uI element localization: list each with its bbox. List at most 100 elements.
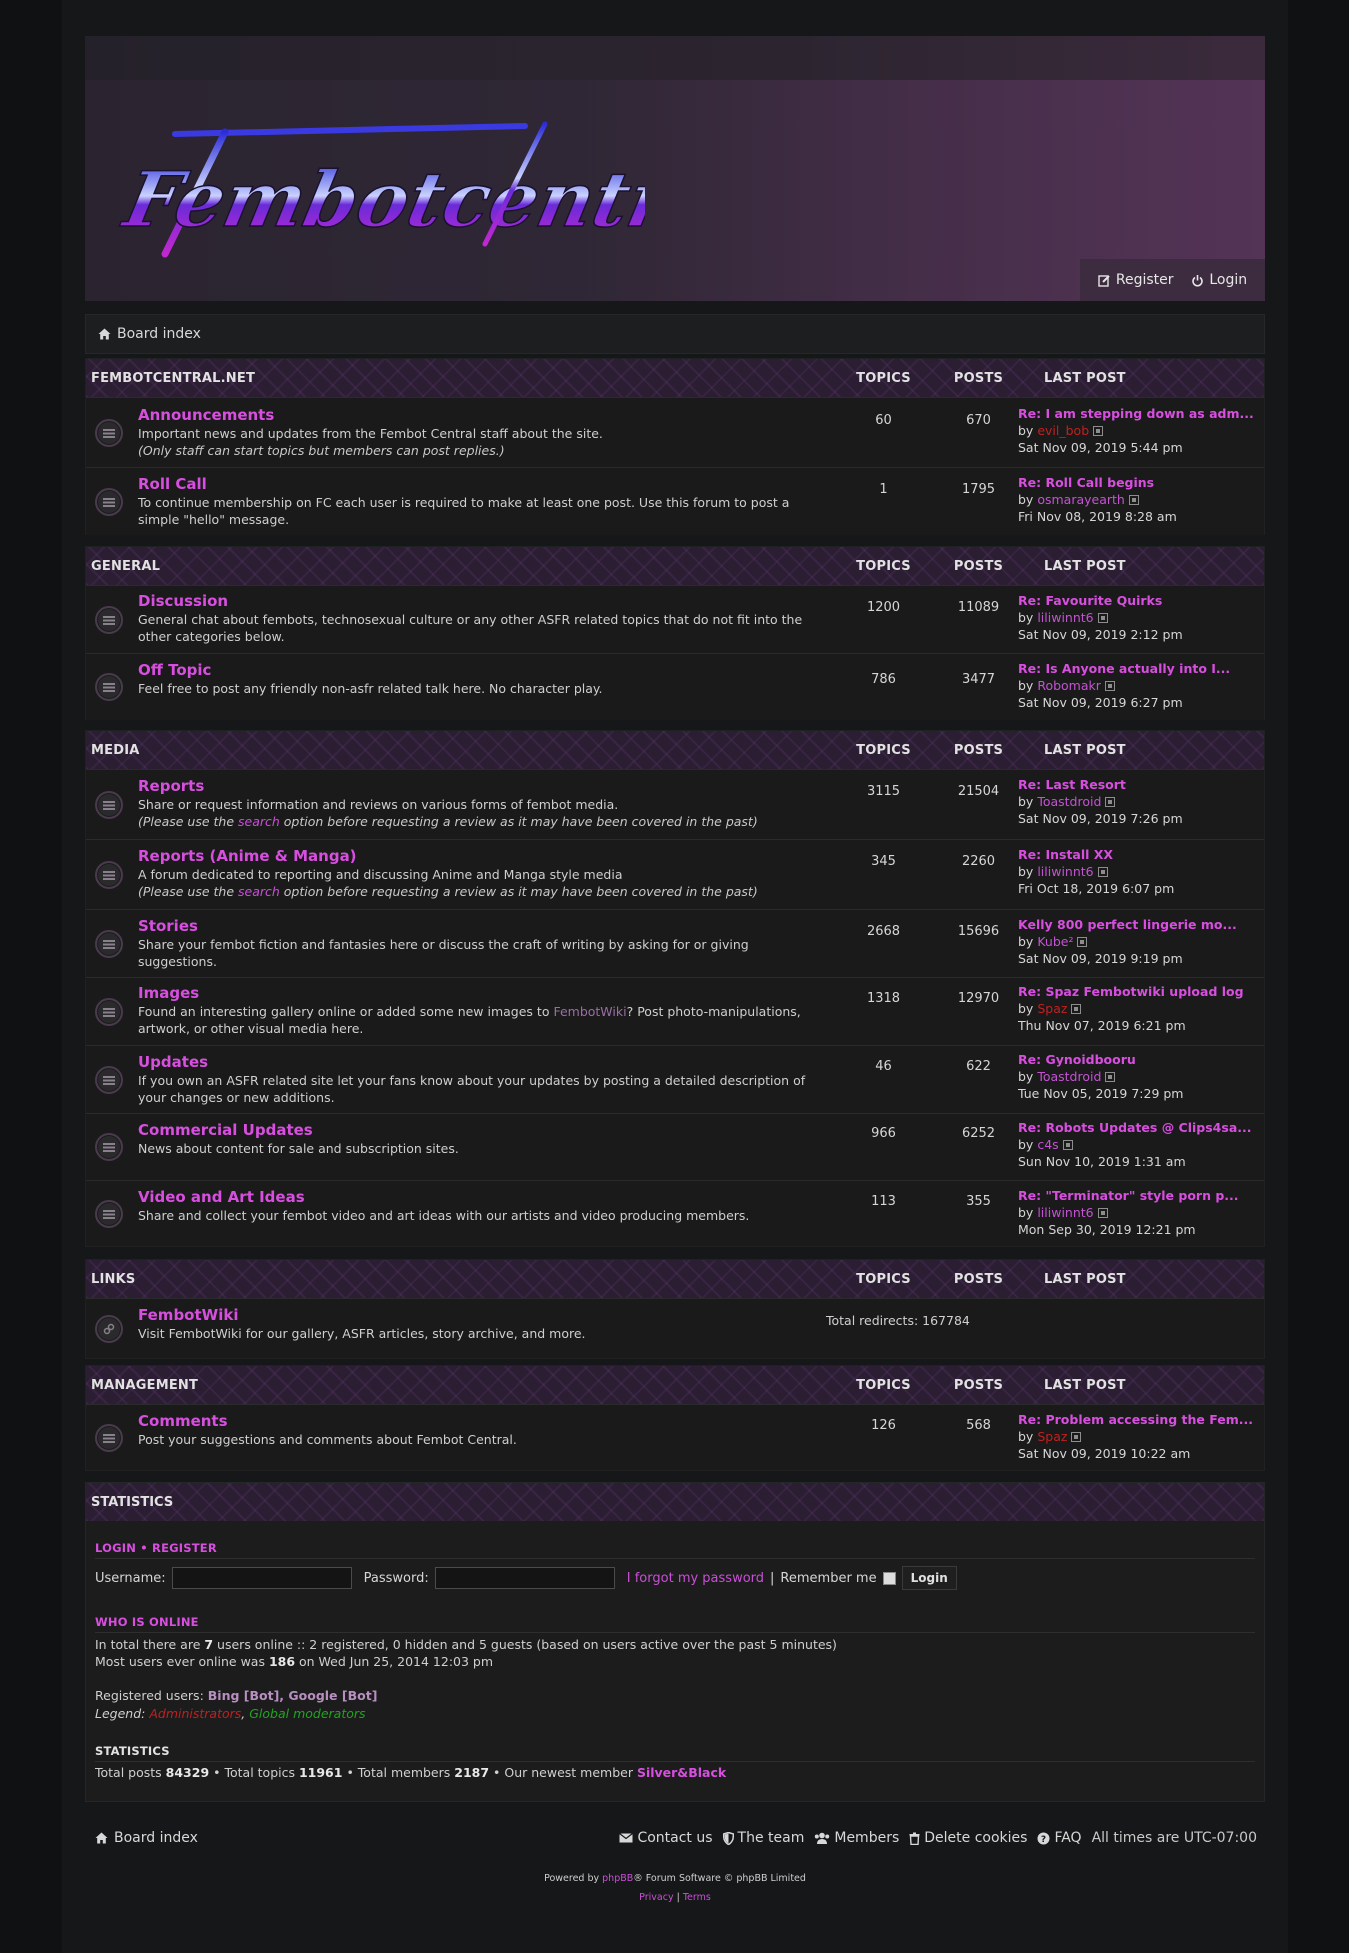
- site-logo[interactable]: Fembotcentral: [105, 114, 645, 264]
- last-post-user[interactable]: Toastdroid: [1037, 1069, 1101, 1084]
- forum-title[interactable]: Images: [138, 984, 199, 1002]
- forgot-password-link[interactable]: I forgot my password: [627, 1571, 764, 1586]
- forum-title[interactable]: Reports: [138, 777, 204, 795]
- view-latest-icon[interactable]: [1105, 797, 1116, 807]
- view-latest-icon[interactable]: [1062, 1140, 1073, 1150]
- last-post-title[interactable]: Re: Gynoidbooru: [1018, 1051, 1258, 1068]
- last-post-user[interactable]: Robomakr: [1037, 678, 1101, 693]
- forum-topics-count: 1200: [866, 600, 901, 615]
- forum-title[interactable]: Roll Call: [138, 475, 207, 493]
- last-post-title[interactable]: Re: Favourite Quirks: [1018, 592, 1258, 609]
- last-post-title[interactable]: Re: Last Resort: [1018, 776, 1258, 793]
- view-latest-icon[interactable]: [1077, 937, 1088, 947]
- forum-posts-count: 6252: [961, 1126, 996, 1141]
- forum-posts-count: 1795: [961, 482, 996, 497]
- last-post-title[interactable]: Re: Is Anyone actually into I...: [1018, 660, 1258, 677]
- category-title[interactable]: MEDIA: [86, 743, 836, 758]
- view-latest-icon[interactable]: [1071, 1432, 1082, 1442]
- last-post-user[interactable]: liliwinnt6: [1037, 1205, 1093, 1220]
- category-title[interactable]: LINKS: [86, 1272, 836, 1287]
- last-post-title[interactable]: Re: Install XX: [1018, 846, 1258, 863]
- login-button[interactable]: Login: [901, 1566, 957, 1590]
- view-latest-icon[interactable]: [1097, 1208, 1108, 1218]
- view-latest-icon[interactable]: [1105, 1072, 1116, 1082]
- forum-title[interactable]: Off Topic: [138, 661, 211, 679]
- privacy-link[interactable]: Privacy: [639, 1892, 673, 1903]
- forum-title[interactable]: Comments: [138, 1412, 228, 1430]
- forum-title[interactable]: Stories: [138, 917, 198, 935]
- search-link[interactable]: search: [238, 814, 280, 829]
- delete-cookies-link[interactable]: Delete cookies: [909, 1830, 1027, 1846]
- registered-users-list[interactable]: Bing [Bot], Google [Bot]: [208, 1688, 378, 1703]
- username-input[interactable]: [171, 1567, 352, 1589]
- last-post-title[interactable]: Re: I am stepping down as adm...: [1018, 405, 1258, 422]
- view-latest-icon[interactable]: [1128, 495, 1139, 505]
- login-heading-link[interactable]: LOGIN: [95, 1541, 136, 1555]
- phpbb-link[interactable]: phpBB: [602, 1873, 633, 1884]
- last-post-user[interactable]: Kube²: [1037, 934, 1073, 949]
- forum-title[interactable]: Video and Art Ideas: [138, 1188, 305, 1206]
- privacy-terms: Privacy | Terms: [85, 1892, 1265, 1903]
- forum-row: Updates If you own an ASFR related site …: [86, 1045, 1264, 1113]
- forum-row: Images Found an interesting gallery onli…: [86, 977, 1264, 1045]
- forum-row: Comments Post your suggestions and comme…: [86, 1404, 1264, 1470]
- last-post-user[interactable]: Spaz: [1037, 1001, 1067, 1016]
- view-latest-icon[interactable]: [1093, 426, 1104, 436]
- last-post-user[interactable]: osmarayearth: [1037, 492, 1125, 507]
- breadcrumb-board-index[interactable]: Board index: [117, 326, 201, 342]
- last-post-title[interactable]: Kelly 800 perfect lingerie mo...: [1018, 916, 1258, 933]
- forum-last-post: Re: Problem accessing the Fem... by Spaz…: [1018, 1411, 1263, 1462]
- legend-administrators[interactable]: Administrators: [149, 1706, 241, 1721]
- category-title[interactable]: MANAGEMENT: [86, 1378, 836, 1393]
- members-link[interactable]: Members: [814, 1830, 899, 1846]
- forum-title[interactable]: Discussion: [138, 592, 228, 610]
- forum-description: Post your suggestions and comments about…: [138, 1432, 517, 1447]
- last-post-title[interactable]: Re: Problem accessing the Fem...: [1018, 1411, 1258, 1428]
- view-latest-icon[interactable]: [1097, 613, 1108, 623]
- newest-member-link[interactable]: Silver&Black: [637, 1765, 726, 1780]
- password-input[interactable]: [434, 1567, 615, 1589]
- contact-us-link[interactable]: Contact us: [619, 1830, 713, 1846]
- forum-title[interactable]: Reports (Anime & Manga): [138, 847, 357, 865]
- remember-me-checkbox[interactable]: [882, 1571, 896, 1585]
- forum-topics-count: 2668: [866, 924, 901, 939]
- last-post-user[interactable]: liliwinnt6: [1037, 864, 1093, 879]
- edit-icon: [1098, 274, 1110, 287]
- legend-global-moderators[interactable]: Global moderators: [249, 1706, 365, 1721]
- last-post-title[interactable]: Re: Robots Updates @ Clips4sa...: [1018, 1119, 1258, 1136]
- last-post-user[interactable]: evil_bob: [1037, 423, 1089, 438]
- forum-title[interactable]: Updates: [138, 1053, 208, 1071]
- category-title[interactable]: FEMBOTCENTRAL.NET: [86, 371, 836, 386]
- power-icon: [1192, 274, 1204, 286]
- last-post-title[interactable]: Re: Spaz Fembotwiki upload log: [1018, 983, 1258, 1000]
- forum-description: Important news and updates from the Femb…: [138, 426, 603, 458]
- register-link[interactable]: Register: [1098, 272, 1174, 288]
- view-latest-icon[interactable]: [1071, 1004, 1082, 1014]
- last-post-user[interactable]: c4s: [1037, 1137, 1058, 1152]
- register-heading-link[interactable]: REGISTER: [152, 1541, 217, 1555]
- view-latest-icon[interactable]: [1097, 867, 1108, 877]
- the-team-link[interactable]: The team: [722, 1830, 804, 1846]
- last-post-user[interactable]: Spaz: [1037, 1429, 1067, 1444]
- breadcrumb: Board index: [85, 314, 1265, 354]
- search-link[interactable]: search: [238, 884, 280, 899]
- forum-posts-count: 355: [966, 1194, 991, 1209]
- fembotwiki-link[interactable]: FembotWiki: [553, 1004, 626, 1019]
- category-title[interactable]: GENERAL: [86, 559, 836, 574]
- last-post-user[interactable]: liliwinnt6: [1037, 610, 1093, 625]
- forum-title[interactable]: Announcements: [138, 406, 274, 424]
- last-post-title[interactable]: Re: Roll Call begins: [1018, 474, 1258, 491]
- footer-board-index[interactable]: Board index: [114, 1830, 198, 1846]
- view-latest-icon[interactable]: [1104, 681, 1115, 691]
- terms-link[interactable]: Terms: [683, 1892, 711, 1903]
- forum-topics-count: 113: [871, 1194, 896, 1209]
- forum-title[interactable]: Commercial Updates: [138, 1121, 313, 1139]
- quick-login-form: Username: Password: I forgot my password…: [95, 1566, 957, 1590]
- login-link[interactable]: Login: [1191, 272, 1247, 288]
- forum-title[interactable]: FembotWiki: [138, 1306, 238, 1324]
- last-post-user[interactable]: Toastdroid: [1037, 794, 1101, 809]
- forum-last-post: Kelly 800 perfect lingerie mo... by Kube…: [1018, 916, 1263, 967]
- last-post-title[interactable]: Re: "Terminator" style porn p...: [1018, 1187, 1258, 1204]
- powered-by: Powered by phpBB® Forum Software © phpBB…: [544, 1873, 806, 1884]
- faq-link[interactable]: ? FAQ: [1037, 1830, 1082, 1846]
